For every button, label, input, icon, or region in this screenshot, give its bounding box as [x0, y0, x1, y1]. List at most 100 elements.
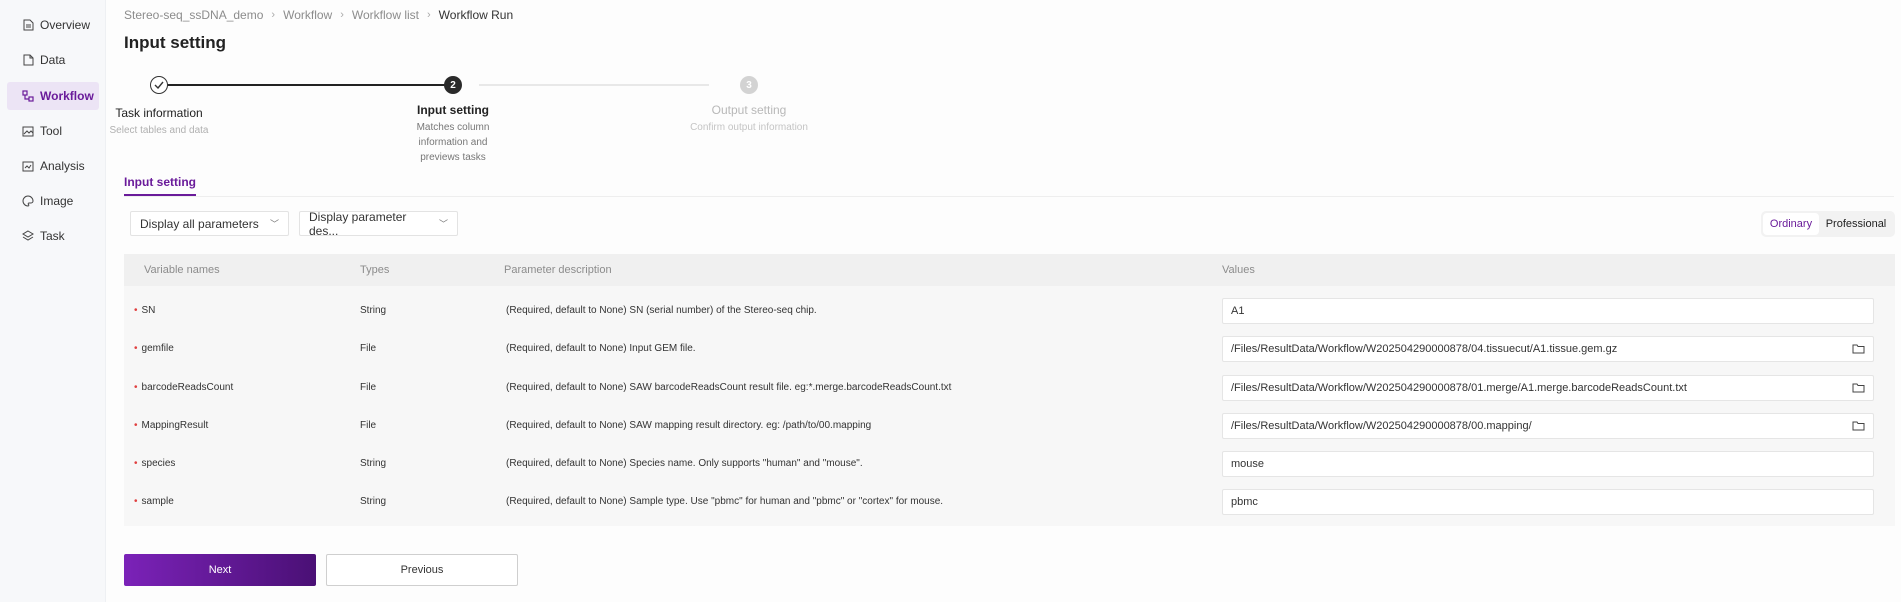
chevron-down-icon: ﹀ [438, 219, 448, 229]
mode-toggle: Ordinary Professional [1761, 211, 1895, 237]
display-params-select[interactable]: Display all parameters ﹀ [130, 211, 289, 236]
table-row: • sample String (Required, default to Non… [124, 483, 1895, 521]
value-input[interactable]: A1 [1222, 298, 1874, 324]
value-input[interactable]: pbmc [1222, 489, 1874, 515]
sidebar-item-analysis[interactable]: Analysis [7, 152, 99, 180]
table-row: • gemfile File (Required, default to None… [124, 330, 1895, 368]
variable-name: sample [141, 496, 174, 507]
chevron-right-icon: › [271, 9, 276, 21]
folder-icon[interactable] [1852, 343, 1865, 355]
sidebar-item-image[interactable]: Image [7, 187, 99, 215]
table-row: • MappingResult File (Required, default t… [124, 407, 1895, 445]
sidebar-item-label: Image [40, 194, 74, 208]
previous-button[interactable]: Previous [326, 554, 518, 586]
chevron-right-icon: › [427, 9, 431, 21]
variable-name: SN [141, 305, 156, 316]
step-3-subtitle: Confirm output information [690, 122, 808, 133]
parameter-description: (Required, default to None) SAW barcodeR… [506, 382, 952, 393]
mode-professional[interactable]: Professional [1819, 213, 1893, 235]
required-marker: • [134, 343, 138, 354]
next-button[interactable]: Next [124, 554, 316, 586]
sidebar-item-label: Data [40, 53, 66, 67]
variable-name: barcodeReadsCount [141, 382, 234, 393]
required-marker: • [134, 458, 138, 469]
chevron-down-icon: ﹀ [269, 219, 279, 229]
mode-ordinary[interactable]: Ordinary [1763, 213, 1819, 235]
value-text: /Files/ResultData/Workflow/W202504290000… [1231, 382, 1687, 394]
variable-type: File [360, 420, 377, 431]
step-1-title: Task information [115, 106, 203, 120]
step-2-number: 2 [444, 76, 462, 94]
step-2-subtitle: Matches column information and previews … [416, 122, 490, 163]
table-header: Variable names Types Parameter descripti… [124, 254, 1895, 286]
variable-type: String [360, 458, 387, 469]
chart-icon [21, 159, 35, 173]
sidebar-item-task[interactable]: Task [7, 222, 99, 250]
step-connector-pending [479, 84, 709, 86]
value-text: /Files/ResultData/Workflow/W202504290000… [1231, 420, 1532, 432]
folder-icon[interactable] [1852, 382, 1865, 394]
value-text: /Files/ResultData/Workflow/W202504290000… [1231, 343, 1618, 355]
col-parameter-description: Parameter description [504, 264, 612, 276]
parameter-description: (Required, default to None) SN (serial n… [506, 305, 817, 316]
display-params-value: Display all parameters [140, 216, 259, 231]
col-values: Values [1222, 264, 1255, 276]
sidebar-item-overview[interactable]: Overview [7, 11, 99, 39]
layers-icon [21, 229, 35, 243]
breadcrumb-workflow[interactable]: Workflow [283, 8, 332, 22]
parameter-description: (Required, default to None) Input GEM fi… [506, 343, 696, 354]
variable-type: String [360, 496, 387, 507]
sidebar-item-label: Task [40, 229, 65, 243]
palette-icon [21, 194, 35, 208]
main-content: Stereo-seq_ssDNA_demo › Workflow › Workf… [106, 0, 1901, 602]
value-input[interactable]: mouse [1222, 451, 1874, 477]
required-marker: • [134, 420, 138, 431]
value-text: A1 [1231, 305, 1245, 317]
sidebar-item-label: Overview [40, 18, 91, 32]
value-text: mouse [1231, 458, 1265, 470]
step-connector-done [159, 84, 459, 86]
variable-type: File [360, 382, 377, 393]
required-marker: • [134, 305, 138, 316]
breadcrumb-project[interactable]: Stereo-seq_ssDNA_demo [124, 8, 263, 22]
value-input[interactable]: /Files/ResultData/Workflow/W202504290000… [1222, 375, 1874, 401]
sidebar-item-data[interactable]: Data [7, 46, 99, 74]
variable-type: File [360, 343, 377, 354]
file-icon [21, 53, 35, 67]
variable-name: MappingResult [141, 420, 209, 431]
step-3-number: 3 [740, 76, 758, 94]
step-1-subtitle: Select tables and data [109, 125, 209, 136]
required-marker: • [134, 382, 138, 393]
workflow-icon [21, 89, 35, 103]
breadcrumb-workflow-list[interactable]: Workflow list [352, 8, 419, 22]
variable-name: gemfile [141, 343, 174, 354]
variable-name: species [141, 458, 176, 469]
display-desc-select[interactable]: Display parameter des... ﹀ [299, 209, 458, 238]
parameter-description: (Required, default to None) SAW mapping … [506, 420, 872, 431]
table-row: • SN String (Required, default to None) S… [124, 292, 1895, 330]
folder-icon[interactable] [1852, 420, 1865, 432]
tab-input-setting[interactable]: Input setting [124, 175, 196, 196]
display-desc-value: Display parameter des... [309, 209, 407, 238]
value-text: pbmc [1231, 496, 1258, 508]
table-row: • species String (Required, default to No… [124, 445, 1895, 483]
parameter-description: (Required, default to None) Sample type.… [506, 496, 944, 507]
tab-divider [124, 196, 1894, 197]
breadcrumb: Stereo-seq_ssDNA_demo › Workflow › Workf… [124, 8, 513, 22]
parameter-table: Variable names Types Parameter descripti… [124, 254, 1895, 526]
document-icon [21, 18, 35, 32]
image-icon [21, 124, 35, 138]
sidebar: Overview Data Workflow Tool Analysis Ima… [0, 0, 106, 602]
check-icon [150, 76, 168, 94]
value-input[interactable]: /Files/ResultData/Workflow/W202504290000… [1222, 336, 1874, 362]
page-title: Input setting [124, 33, 226, 52]
step-3-title: Output setting [711, 103, 787, 117]
table-row: • barcodeReadsCount File (Required, defau… [124, 369, 1895, 407]
variable-type: String [360, 305, 387, 316]
col-variable-names: Variable names [144, 264, 220, 276]
required-marker: • [134, 496, 138, 507]
value-input[interactable]: /Files/ResultData/Workflow/W202504290000… [1222, 413, 1874, 439]
parameter-description: (Required, default to None) Species name… [506, 458, 863, 469]
step-2-title: Input setting [417, 103, 489, 117]
col-types: Types [360, 264, 390, 276]
